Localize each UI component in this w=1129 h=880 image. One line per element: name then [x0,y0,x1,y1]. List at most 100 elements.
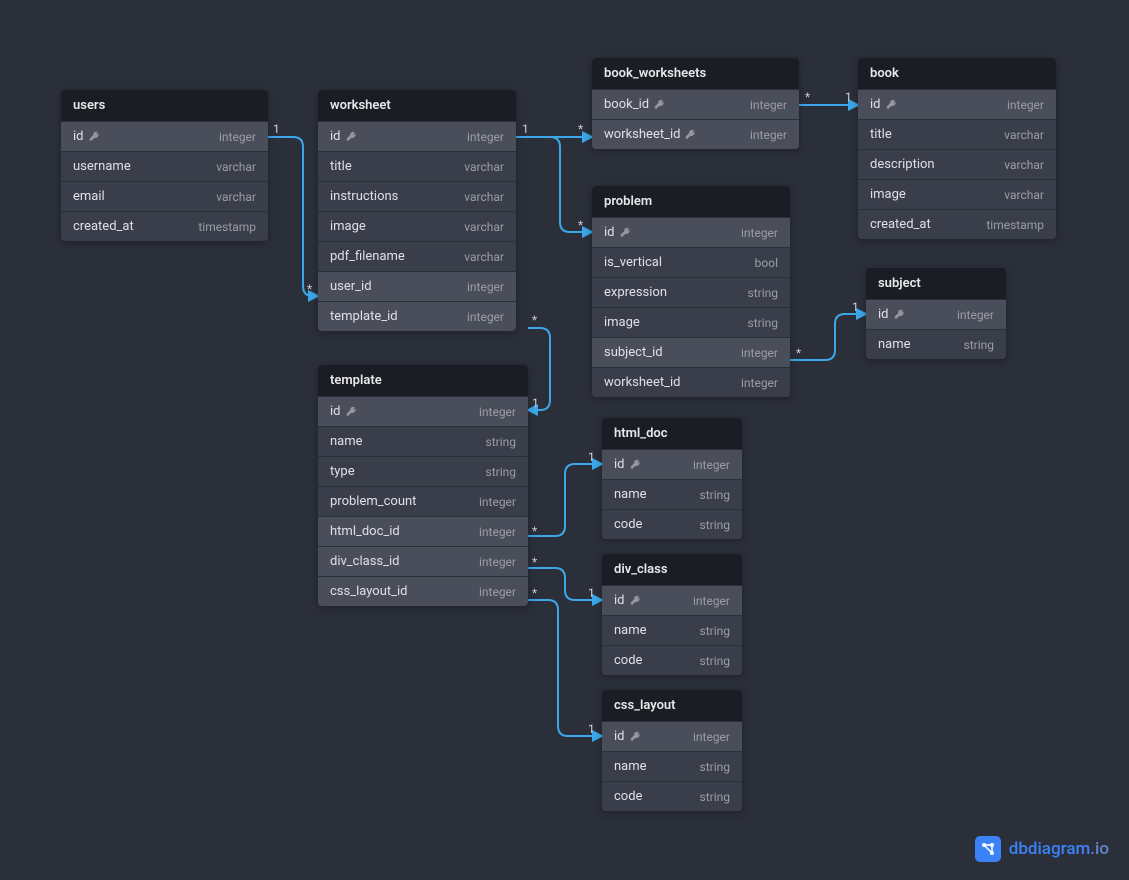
table-users[interactable]: usersid integerusernamevarcharemailvarch… [61,90,268,241]
column-name: id [604,225,631,240]
table-header[interactable]: subject [866,268,1006,299]
card-label: 1 [588,450,595,464]
key-icon [886,99,897,110]
column-row[interactable]: username varchar [61,151,268,181]
column-type: integer [741,226,778,240]
key-icon [346,131,357,142]
table-css_layout[interactable]: css_layoutid integer name string codestring [602,690,742,811]
column-row[interactable]: worksheet_id integer [592,119,799,149]
column-row[interactable]: div_class_idinteger [318,546,528,576]
column-name: name [614,487,647,502]
column-row[interactable]: id integer [61,121,268,151]
table-header[interactable]: div_class [602,554,742,585]
column-row[interactable]: id integer [602,585,742,615]
column-row[interactable]: is_verticalbool [592,247,790,277]
column-row[interactable]: id integer [318,396,528,426]
column-row[interactable]: user_id integer [318,271,516,301]
column-type: string [700,760,730,774]
column-row[interactable]: namestring [602,479,742,509]
key-icon [894,309,905,320]
column-name: expression [604,285,667,300]
column-row[interactable]: namestring [602,615,742,645]
table-header[interactable]: css_layout [602,690,742,721]
table-book[interactable]: bookid integertitlevarchardescriptionvar… [858,58,1056,239]
column-row[interactable]: id integer [602,721,742,751]
column-row[interactable]: name string [602,751,742,781]
column-row[interactable]: template_idinteger [318,301,516,331]
column-row[interactable]: subject_idinteger [592,337,790,367]
column-row[interactable]: pdf_filenamevarchar [318,241,516,271]
column-type: integer [467,280,504,294]
column-type: varchar [216,160,256,174]
column-row[interactable]: titlevarchar [858,119,1056,149]
column-type: integer [467,310,504,324]
column-name: div_class_id [330,554,399,569]
column-type: integer [693,730,730,744]
column-row[interactable]: namestring [318,426,528,456]
column-name: id [330,129,357,144]
card-label: 1 [522,122,529,136]
column-type: integer [693,594,730,608]
card-label: * [532,555,537,569]
column-row[interactable]: emailvarchar [61,181,268,211]
column-row[interactable]: namestring [866,329,1006,359]
table-header[interactable]: template [318,365,528,396]
column-name: problem_count [330,494,416,509]
table-header[interactable]: book [858,58,1056,89]
column-row[interactable]: created_attimestamp [858,209,1056,239]
column-type: integer [479,405,516,419]
table-header[interactable]: book_worksheets [592,58,799,89]
column-name: id [73,129,100,144]
column-row[interactable]: typestring [318,456,528,486]
column-name: worksheet_id [604,127,696,142]
column-row[interactable]: id integer [592,217,790,247]
column-row[interactable]: id integer [866,299,1006,329]
card-label: * [307,282,312,296]
column-row[interactable]: imagevarchar [858,179,1056,209]
column-type: varchar [1004,188,1044,202]
column-row[interactable]: created_attimestamp [61,211,268,241]
column-type: string [486,465,516,479]
column-row[interactable]: codestring [602,781,742,811]
column-row[interactable]: expressionstring [592,277,790,307]
column-name: id [614,457,641,472]
column-name: css_layout_id [330,584,407,599]
table-header[interactable]: worksheet [318,90,516,121]
table-header[interactable]: users [61,90,268,121]
column-row[interactable]: codestring [602,645,742,675]
column-row[interactable]: html_doc_idinteger [318,516,528,546]
column-type: varchar [464,220,504,234]
column-name: description [870,157,935,172]
column-type: integer [479,525,516,539]
column-row[interactable]: id integer [858,89,1056,119]
column-type: string [486,435,516,449]
column-row[interactable]: worksheet_idinteger [592,367,790,397]
table-subject[interactable]: subjectid integernamestring [866,268,1006,359]
column-type: string [964,338,994,352]
column-name: user_id [330,279,372,294]
column-row[interactable]: instructionsvarchar [318,181,516,211]
column-name: name [614,759,647,774]
table-book_worksheets[interactable]: book_worksheetsbook_id integerworksheet_… [592,58,799,149]
column-row[interactable]: imagestring [592,307,790,337]
column-row[interactable]: imagevarchar [318,211,516,241]
table-header[interactable]: problem [592,186,790,217]
column-row[interactable]: id integer [318,121,516,151]
table-problem[interactable]: problemid integeris_verticalboolexpressi… [592,186,790,397]
table-template[interactable]: templateid integernamestringtypestringpr… [318,365,528,606]
column-row[interactable]: problem_count integer [318,486,528,516]
column-row[interactable]: descriptionvarchar [858,149,1056,179]
column-type: integer [479,495,516,509]
column-name: username [73,159,131,174]
table-div_class[interactable]: div_classid integernamestringcodestring [602,554,742,675]
column-row[interactable]: titlevarchar [318,151,516,181]
table-worksheet[interactable]: worksheetid integertitlevarcharinstructi… [318,90,516,331]
column-row[interactable]: codestring [602,509,742,539]
column-row[interactable]: id integer [602,449,742,479]
column-type: varchar [216,190,256,204]
column-name: code [614,789,642,804]
table-html_doc[interactable]: html_docid integernamestringcodestring [602,418,742,539]
column-row[interactable]: css_layout_idinteger [318,576,528,606]
column-row[interactable]: book_id integer [592,89,799,119]
table-header[interactable]: html_doc [602,418,742,449]
